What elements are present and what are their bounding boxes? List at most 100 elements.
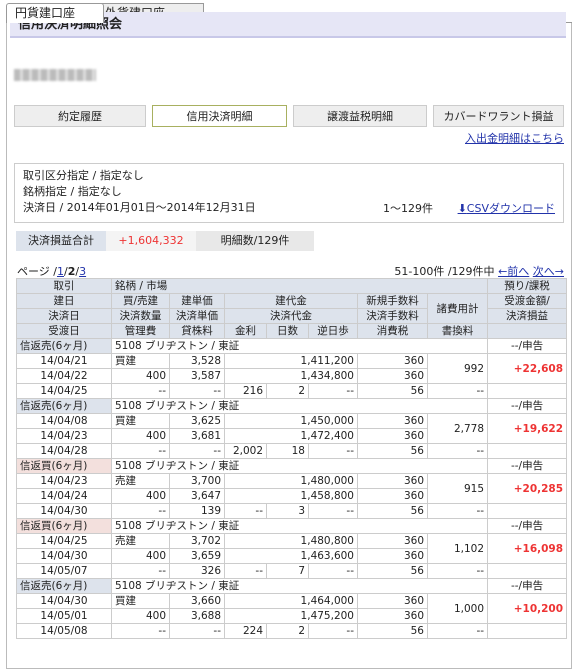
cell-lend: -- [169, 383, 225, 399]
tax-status: --/申告 [487, 458, 568, 474]
cell-empty [487, 563, 568, 579]
cell-cost: 2,778 [426, 413, 489, 444]
symbol-name: 5108 ブリヂストン / 東証 [110, 398, 489, 414]
cell-rw: -- [426, 383, 489, 399]
cell-v2: 1,463,600 [224, 548, 358, 564]
trade-type: 信返売(6ヶ月) [16, 578, 112, 594]
cell-f2: 360 [357, 488, 428, 504]
cell-d2: 14/04/23 [16, 428, 112, 444]
settle-pl: +22,608 [487, 353, 568, 384]
cell-v1: 1,464,000 [224, 593, 358, 609]
cell-rev: -- [308, 443, 358, 459]
table-row: 14/05/08 -- -- 224 2 -- 56 -- [16, 623, 568, 639]
cell-v2: 1,434,800 [224, 368, 358, 384]
tax-status: --/申告 [487, 338, 568, 354]
cell-f2: 360 [357, 548, 428, 564]
tab-trade-history[interactable]: 約定履歴 [14, 105, 146, 127]
table-row: 信返売(6ヶ月) 5108 ブリヂストン / 東証 --/申告 [16, 398, 568, 414]
cell-p1: 3,660 [169, 593, 225, 609]
cell-d3: 14/04/25 [16, 383, 112, 399]
cell-p2: 3,587 [169, 368, 225, 384]
cell-rev: -- [308, 503, 358, 519]
cell-p2: 3,659 [169, 548, 225, 564]
tab-yen-account[interactable]: 円貨建口座 [6, 3, 104, 23]
hdr-settle-price: 決済単価 [169, 308, 225, 324]
cell-mgmt: -- [111, 503, 170, 519]
cell-lend: -- [169, 623, 225, 639]
cell-days: 18 [266, 443, 309, 459]
cell-d3: 14/04/28 [16, 443, 112, 459]
tab-covered-warrant[interactable]: カバードワラント損益 [433, 105, 564, 127]
result-count: 1〜129件 [383, 202, 433, 215]
table-row: 14/04/30 -- 139 -- 3 -- 56 -- [16, 503, 568, 519]
csv-download-link[interactable]: ⬇CSVダウンロード [458, 201, 555, 217]
hdr-settle-pl: 決済損益 [487, 308, 568, 324]
page-range: 51-100件 /129件中 [394, 265, 495, 278]
cell-d2: 14/04/22 [16, 368, 112, 384]
table-row: 14/05/07 -- 326 -- 7 -- 56 -- [16, 563, 568, 579]
next-page-link[interactable]: 次へ→ [533, 265, 564, 278]
pager: ページ /1/2/3 [17, 263, 86, 279]
cell-d3: 14/05/08 [16, 623, 112, 639]
trade-type: 信返売(6ヶ月) [16, 398, 112, 414]
cell-p1: 3,625 [169, 413, 225, 429]
cell-p1: 3,700 [169, 473, 225, 489]
cell-f1: 360 [357, 473, 428, 489]
cell-ctax: 56 [357, 623, 428, 639]
cell-empty [487, 503, 568, 519]
cell-f2: 360 [357, 428, 428, 444]
pager-prefix: ページ / [17, 265, 57, 278]
deposit-history-link[interactable]: 入出金明細はこちら [465, 130, 564, 146]
table-row: 14/04/23 売建 3,700 1,480,000 360 915 +20,285 [16, 473, 568, 504]
cell-d2: 14/04/30 [16, 548, 112, 564]
hdr-lend-fee: 貸株料 [169, 323, 225, 339]
cell-f1: 360 [357, 413, 428, 429]
hdr-interest: 金利 [224, 323, 267, 339]
pl-total-label: 決済損益合計 [16, 231, 106, 251]
cell-ctax: 56 [357, 443, 428, 459]
table-row: 14/04/21 買建 3,528 1,411,200 360 992 +22,608 [16, 353, 568, 384]
prev-page-link[interactable]: ←前へ [498, 265, 529, 278]
settle-pl: +20,285 [487, 473, 568, 504]
hdr-side: 買/売建 [111, 293, 170, 309]
cell-mgmt: -- [111, 623, 170, 639]
cell-cost: 1,102 [426, 533, 489, 564]
hdr-rewrite-fee: 書換料 [426, 323, 489, 339]
hdr-open-date: 建日 [16, 293, 112, 309]
tax-status: --/申告 [487, 578, 568, 594]
cell-interest: 224 [224, 623, 267, 639]
cell-qty: 400 [111, 608, 170, 624]
hdr-costs: 諸費用計 [426, 293, 489, 324]
cell-qty: 400 [111, 548, 170, 564]
tab-margin-settlement[interactable]: 信用決済明細 [152, 105, 287, 127]
cell-rev: -- [308, 383, 358, 399]
cell-qty: 400 [111, 368, 170, 384]
settle-pl: +16,098 [487, 533, 568, 564]
cell-d3: 14/05/07 [16, 563, 112, 579]
table-row: 信返売(6ヶ月) 5108 ブリヂストン / 東証 --/申告 [16, 338, 568, 354]
hdr-new-fee: 新規手数料 [357, 293, 428, 309]
hdr-trade: 取引 [16, 278, 112, 294]
cell-mgmt: -- [111, 443, 170, 459]
cell-ctax: 56 [357, 383, 428, 399]
page-1-link[interactable]: 1 [57, 265, 64, 278]
tab-capital-gains-tax[interactable]: 譲渡益税明細 [293, 105, 427, 127]
symbol-name: 5108 ブリヂストン / 東証 [110, 518, 489, 534]
cell-rw: -- [426, 623, 489, 639]
cell-d2: 14/05/01 [16, 608, 112, 624]
cell-d2: 14/04/24 [16, 488, 112, 504]
symbol-name: 5108 ブリヂストン / 東証 [110, 578, 489, 594]
hdr-settle-fee: 決済手数料 [357, 308, 428, 324]
trade-type: 信返買(6ヶ月) [16, 518, 112, 534]
cell-side: 買建 [111, 353, 170, 369]
download-icon: ⬇ [457, 202, 467, 215]
settle-pl: +10,200 [487, 593, 568, 624]
cell-cost: 1,000 [426, 593, 489, 624]
cell-d1: 14/04/25 [16, 533, 112, 549]
page-3-link[interactable]: 3 [79, 265, 86, 278]
cell-lend: 139 [169, 503, 225, 519]
cell-rev: -- [308, 563, 358, 579]
account-number-blurred [14, 69, 96, 81]
hdr-settle-value: 決済代金 [224, 308, 358, 324]
cell-interest: -- [224, 563, 267, 579]
